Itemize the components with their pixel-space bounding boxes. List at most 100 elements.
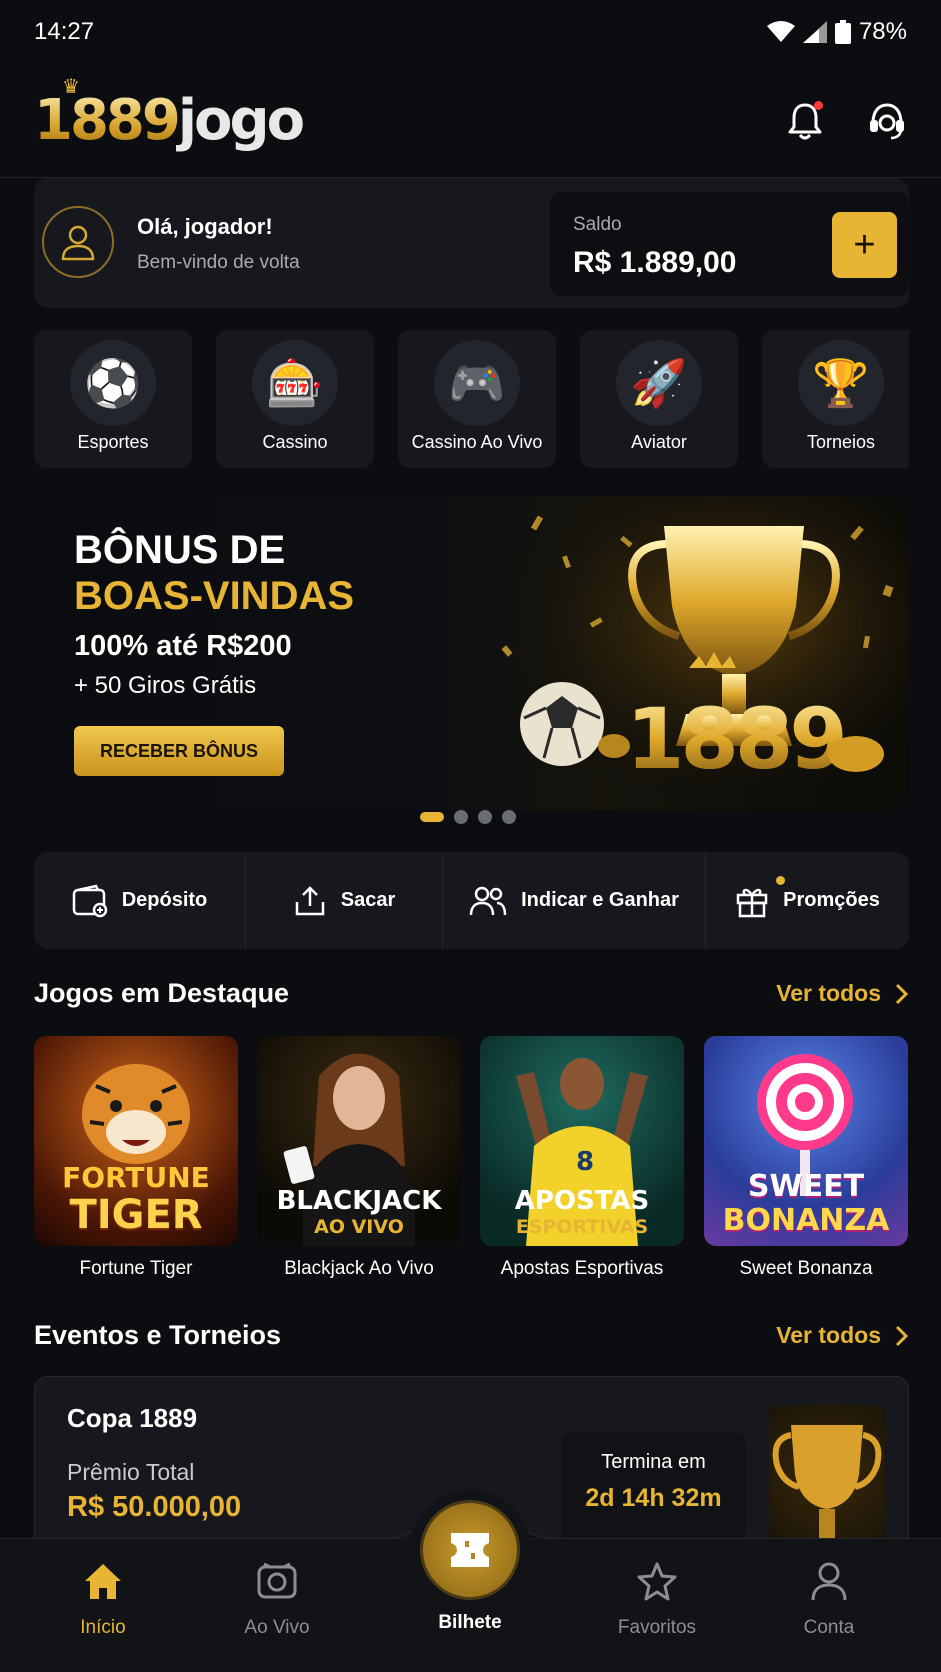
bet-slip-button[interactable] [420, 1500, 520, 1600]
game-name: Sweet Bonanza [739, 1258, 873, 1279]
game-card-blackjack[interactable]: BLACKJACK AO VIVO Blackjack Ao Vivo [257, 1036, 461, 1280]
wifi-icon [766, 21, 795, 42]
support-button[interactable] [867, 101, 907, 141]
see-all-label: Ver todos [776, 1322, 881, 1348]
featured-games-row: FORTUNE TIGER Fortune Tiger BLACKJACK AO… [34, 1036, 909, 1286]
avatar[interactable] [42, 206, 114, 278]
balance-value: R$ 1.889,00 [573, 246, 737, 279]
quick-actions-bar: Depósito Sacar Indicar e Ganhar Promções [34, 852, 909, 949]
claim-bonus-button[interactable]: RECEBER BÔNUS [74, 726, 284, 776]
app-header: ♛ 1889jogo [0, 64, 941, 178]
category-esportes[interactable]: ⚽ Esportes [34, 330, 192, 468]
status-bar: 14:27 78% [0, 0, 941, 64]
upload-icon [295, 885, 324, 915]
game-thumbnail: BLACKJACK AO VIVO [257, 1036, 461, 1246]
nav-home[interactable]: Início [38, 1557, 168, 1639]
greeting-title: Olá, jogador! [137, 214, 273, 239]
balance-label: Saldo [573, 214, 622, 235]
banner-offer: 100% até R$200 [74, 630, 292, 662]
withdraw-label: Sacar [340, 889, 396, 911]
promotions-label: Promções [783, 889, 880, 911]
carousel-dot[interactable] [454, 810, 468, 824]
headset-icon [870, 102, 904, 139]
see-all-label: Ver todos [776, 980, 881, 1006]
featured-see-all-link[interactable]: Ver todos [776, 980, 909, 1007]
nav-favorites[interactable]: Favoritos [592, 1557, 722, 1639]
star-icon [637, 1562, 677, 1601]
game-thumb-line2: TIGER [69, 1192, 203, 1238]
greeting-card: Olá, jogador! Bem-vindo de volta Saldo R… [34, 178, 909, 308]
carousel-dot[interactable] [478, 810, 492, 824]
category-label: Torneios [806, 432, 876, 452]
promotions-badge-dot [776, 876, 785, 885]
notifications-button[interactable] [785, 100, 825, 141]
game-card-sweet-bonanza[interactable]: SWEET BONANZA Sweet Bonanza [704, 1036, 908, 1280]
nav-account[interactable]: Conta [764, 1557, 894, 1639]
category-label: Cassino Ao Vivo [411, 432, 543, 452]
ticket-icon [451, 1533, 489, 1567]
promotions-button[interactable]: Promções [706, 852, 909, 949]
game-name: Blackjack Ao Vivo [284, 1258, 434, 1279]
notification-dot [814, 100, 823, 110]
events-title: Eventos e Torneios [34, 1320, 282, 1350]
tournament-name: Copa 1889 [67, 1403, 198, 1433]
featured-header: Jogos em Destaque Ver todos [34, 978, 909, 1009]
battery-level: 78% [858, 18, 907, 45]
carousel-dot-active[interactable] [420, 812, 444, 822]
game-thumbnail: FORTUNE TIGER [34, 1036, 238, 1246]
events-see-all-link[interactable]: Ver todos [776, 1322, 909, 1349]
banner-title-line2: BOAS-VINDAS [74, 574, 355, 618]
prize-label: Prêmio Total [67, 1459, 195, 1485]
carousel-dot[interactable] [502, 810, 516, 824]
slot-machine-icon: 🎰 [252, 340, 338, 426]
category-label: Aviator [631, 432, 687, 452]
chevron-right-icon [895, 1325, 909, 1346]
banner-title-line1: BÔNUS DE [74, 528, 286, 572]
category-torneios[interactable]: 🏆 Torneios [762, 330, 909, 468]
game-thumb-line1: APOSTAS [514, 1186, 650, 1216]
game-name: Apostas Esportivas [500, 1258, 664, 1279]
game-card-sports-betting[interactable]: 8 APOSTAS ESPORTIVAS Apostas Esportivas [480, 1036, 684, 1280]
user-icon [811, 1562, 847, 1601]
game-thumb-line1: BLACKJACK [276, 1186, 442, 1216]
signal-icon [802, 21, 827, 43]
game-thumbnail: 8 APOSTAS ESPORTIVAS [480, 1036, 684, 1246]
svg-text:8: 8 [576, 1147, 594, 1177]
refer-label: Indicar e Ganhar [521, 889, 679, 911]
gift-icon [736, 888, 768, 917]
user-icon [61, 225, 95, 261]
banner-art-text: 1889 [626, 690, 844, 788]
nav-label: Favoritos [617, 1617, 697, 1638]
category-cassino-ao-vivo[interactable]: 🎮 Cassino Ao Vivo [398, 330, 556, 468]
withdraw-button[interactable]: Sacar [246, 852, 443, 949]
category-aviator[interactable]: 🚀 Aviator [580, 330, 738, 468]
game-thumb-line2: AO VIVO [314, 1216, 404, 1238]
carousel-pagination [420, 810, 516, 824]
status-time: 14:27 [34, 18, 95, 45]
category-label: Esportes [77, 432, 149, 452]
game-card-fortune-tiger[interactable]: FORTUNE TIGER Fortune Tiger [34, 1036, 238, 1280]
bet-slip-label: Bilhete [438, 1612, 502, 1633]
live-camera-icon [257, 1562, 297, 1599]
prize-value: R$ 50.000,00 [67, 1491, 242, 1523]
game-thumb-line1: SWEET [747, 1169, 865, 1204]
balance-panel: Saldo R$ 1.889,00 + [550, 192, 909, 296]
logo-number: 1889 [34, 88, 181, 153]
wallet-icon [72, 884, 107, 917]
refer-earn-button[interactable]: Indicar e Ganhar [443, 852, 706, 949]
soccer-ball-icon: ⚽ [70, 340, 156, 426]
featured-title: Jogos em Destaque [34, 978, 290, 1008]
nav-live[interactable]: Ao Vivo [212, 1557, 342, 1639]
add-funds-button[interactable]: + [832, 212, 897, 278]
countdown-value: 2d 14h 32m [585, 1484, 722, 1512]
game-thumb-line2: BONANZA [722, 1203, 890, 1238]
category-row: ⚽ Esportes 🎰 Cassino 🎮 Cassino Ao Vivo 🚀… [34, 330, 909, 470]
logo-text: jogo [177, 88, 305, 153]
trophy-banner-art: 1889 [474, 496, 909, 810]
welcome-bonus-banner[interactable]: 1889 BÔNUS DE BOAS-VINDAS 100% até R$200… [34, 496, 909, 810]
game-thumb-line2: ESPORTIVAS [515, 1216, 649, 1238]
brand-logo[interactable]: ♛ 1889jogo [34, 74, 305, 153]
deposit-button[interactable]: Depósito [34, 852, 246, 949]
category-cassino[interactable]: 🎰 Cassino [216, 330, 374, 468]
crown-icon: ♛ [62, 74, 80, 98]
